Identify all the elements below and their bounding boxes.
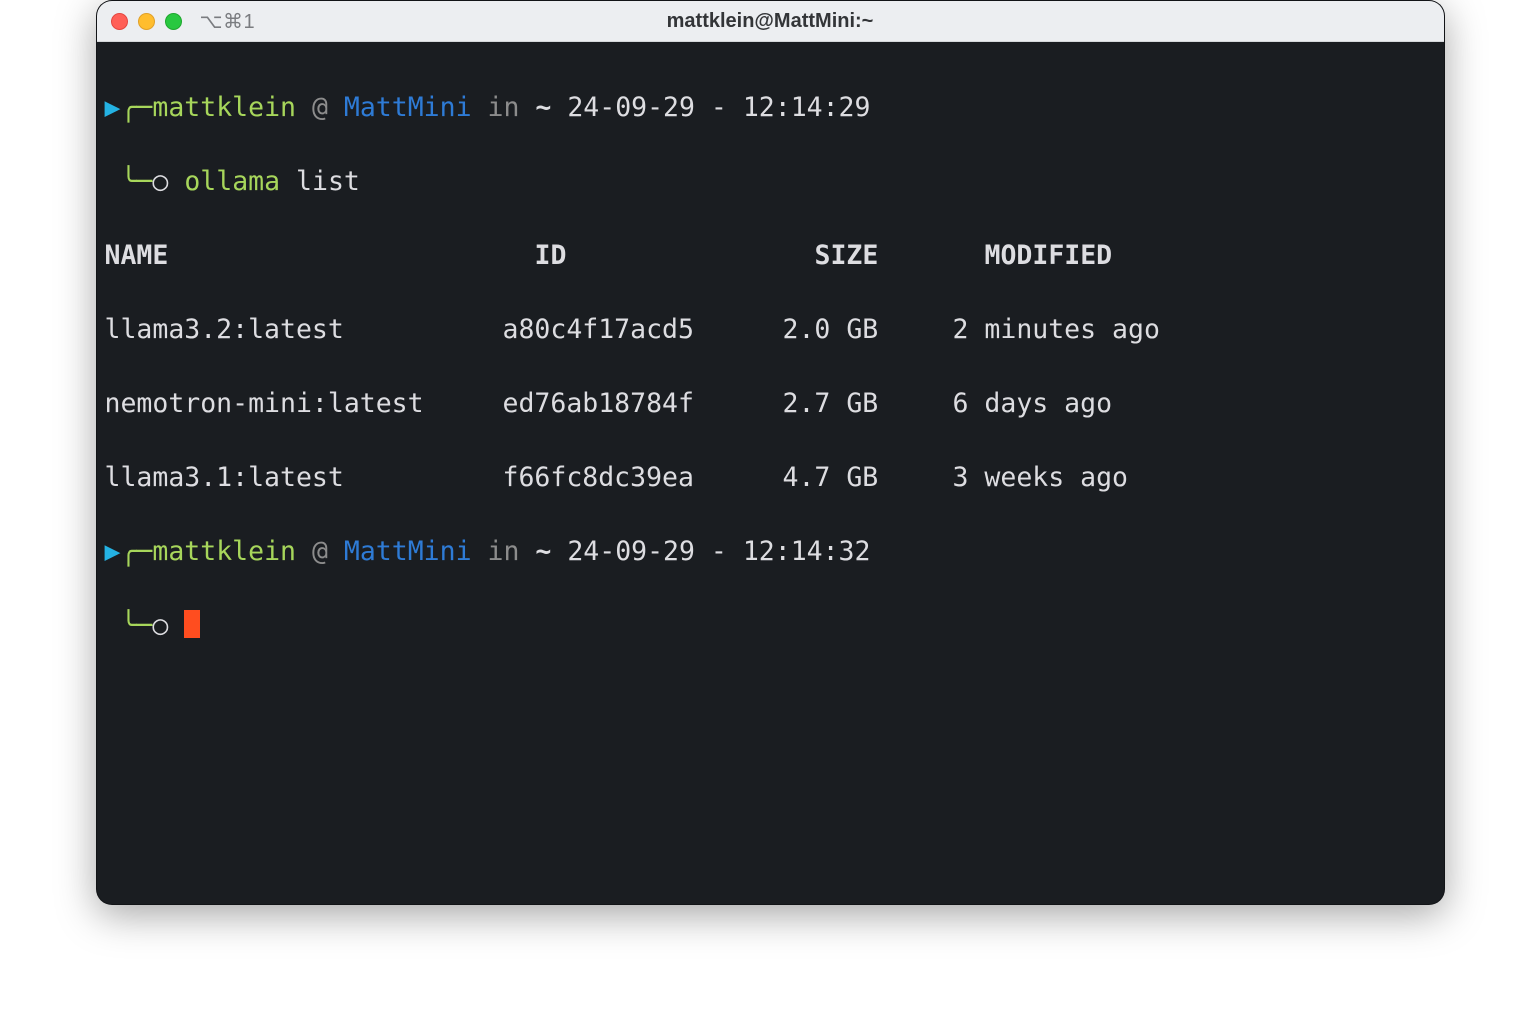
table-header-row: NAMEIDSIZEMODIFIED	[105, 237, 1436, 274]
prompt-host: MattMini	[344, 536, 472, 567]
cell-size: 2.7 GB	[783, 385, 953, 422]
prompt-time: 24-09-29 - 12:14:29	[567, 92, 870, 123]
prompt-line-2-top: ▶╭─mattklein @ MattMini in ~ 24-09-29 - …	[105, 533, 1436, 570]
prompt-dir: ~	[535, 92, 551, 123]
prompt-arrow-icon: ▶	[105, 536, 121, 567]
header-size: SIZE	[815, 237, 985, 274]
shortcut-indicator: ⌥⌘1	[200, 9, 256, 34]
command-args: list	[296, 166, 360, 197]
zoom-button-icon[interactable]	[165, 13, 182, 30]
minimize-button-icon[interactable]	[138, 13, 155, 30]
traffic-lights	[111, 13, 182, 30]
close-button-icon[interactable]	[111, 13, 128, 30]
prompt-corner-icon: ╰─	[120, 166, 152, 197]
table-row: llama3.2:latesta80c4f17acd52.0 GB2 minut…	[105, 311, 1436, 348]
table-row: llama3.1:latestf66fc8dc39ea4.7 GB3 weeks…	[105, 459, 1436, 496]
prompt-time: 24-09-29 - 12:14:32	[567, 536, 870, 567]
prompt-corner-icon: ╭─	[120, 92, 152, 123]
table-row: nemotron-mini:latested76ab18784f2.7 GB6 …	[105, 385, 1436, 422]
prompt-knot-icon: ○	[152, 610, 168, 641]
prompt-arrow-icon: ▶	[105, 92, 121, 123]
prompt-knot-icon: ○	[152, 166, 168, 197]
terminal-window: ⌥⌘1 mattklein@MattMini:~ ▶╭─mattklein @ …	[96, 0, 1445, 905]
prompt-corner-icon: ╰─	[120, 610, 152, 641]
header-name: NAME	[105, 237, 535, 274]
prompt-host: MattMini	[344, 92, 472, 123]
titlebar[interactable]: ⌥⌘1 mattklein@MattMini:~	[97, 1, 1444, 42]
cell-name: nemotron-mini:latest	[105, 385, 503, 422]
cursor-icon	[184, 610, 200, 638]
cell-name: llama3.2:latest	[105, 311, 503, 348]
prompt-at: @	[312, 92, 328, 123]
prompt-user: mattklein	[152, 92, 296, 123]
prompt-in: in	[488, 536, 520, 567]
cell-modified: 2 minutes ago	[953, 314, 1160, 345]
cell-modified: 3 weeks ago	[953, 462, 1129, 493]
prompt-at: @	[312, 536, 328, 567]
cell-modified: 6 days ago	[953, 388, 1113, 419]
cell-id: a80c4f17acd5	[503, 311, 783, 348]
command-name: ollama	[184, 166, 280, 197]
prompt-line-1-top: ▶╭─mattklein @ MattMini in ~ 24-09-29 - …	[105, 89, 1436, 126]
window-title: mattklein@MattMini:~	[97, 10, 1444, 33]
cell-id: f66fc8dc39ea	[503, 459, 783, 496]
prompt-user: mattklein	[152, 536, 296, 567]
cell-size: 4.7 GB	[783, 459, 953, 496]
cell-id: ed76ab18784f	[503, 385, 783, 422]
prompt-line-1-bottom: ╰─○ ollama list	[105, 163, 1436, 200]
prompt-line-2-bottom[interactable]: ╰─○	[105, 607, 1436, 644]
header-id: ID	[535, 237, 815, 274]
prompt-corner-icon: ╭─	[120, 536, 152, 567]
terminal-content[interactable]: ▶╭─mattklein @ MattMini in ~ 24-09-29 - …	[97, 42, 1444, 726]
header-modified: MODIFIED	[985, 240, 1113, 271]
cell-size: 2.0 GB	[783, 311, 953, 348]
prompt-in: in	[488, 92, 520, 123]
cell-name: llama3.1:latest	[105, 459, 503, 496]
prompt-dir: ~	[535, 536, 551, 567]
